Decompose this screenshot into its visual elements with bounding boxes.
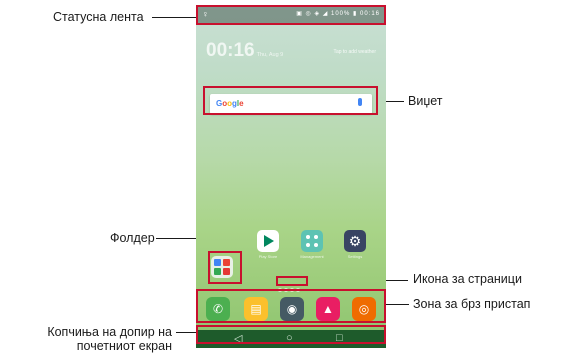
callout-home-touch-buttons: Копчиња на допир на почетниот екран	[8, 325, 172, 353]
management-icon	[306, 235, 310, 239]
callout-home-touch-line2: почетниот екран	[76, 339, 172, 353]
callout-line-home-touch	[176, 332, 198, 333]
callout-widget: Виџет	[408, 94, 443, 108]
weather-prompt[interactable]: Tap to add weather	[333, 49, 376, 55]
highlight-home-touch	[196, 325, 386, 344]
callout-folder: Фолдер	[110, 231, 155, 245]
management-folder[interactable]	[301, 230, 323, 252]
highlight-page-icon	[276, 276, 308, 286]
highlight-status-bar	[196, 5, 386, 25]
callout-quick-access: Зона за брз пристап	[413, 297, 531, 311]
clock-widget[interactable]: 00:16 Thu, Aug 9	[206, 40, 283, 62]
management-label: Management	[300, 254, 324, 259]
callout-home-touch-line1: Копчиња на допир на	[47, 325, 172, 339]
clock-date: Thu, Aug 9	[256, 52, 284, 58]
callout-line-status-bar	[152, 17, 196, 18]
play-store-label: Play Store	[258, 254, 278, 259]
settings-label: Settings	[347, 254, 363, 259]
highlight-widget	[203, 86, 378, 115]
callout-status-bar: Статусна лента	[53, 10, 144, 24]
highlight-folder	[208, 251, 242, 284]
play-store-icon	[264, 235, 274, 247]
callout-line-quick-access	[385, 304, 409, 305]
gear-icon: ⚙	[348, 233, 362, 249]
callout-page-icon: Икона за страници	[413, 272, 522, 286]
highlight-quick-access	[196, 289, 386, 323]
play-store-app[interactable]	[257, 230, 279, 252]
settings-app[interactable]: ⚙	[344, 230, 366, 252]
clock-time: 00:16	[206, 40, 255, 61]
